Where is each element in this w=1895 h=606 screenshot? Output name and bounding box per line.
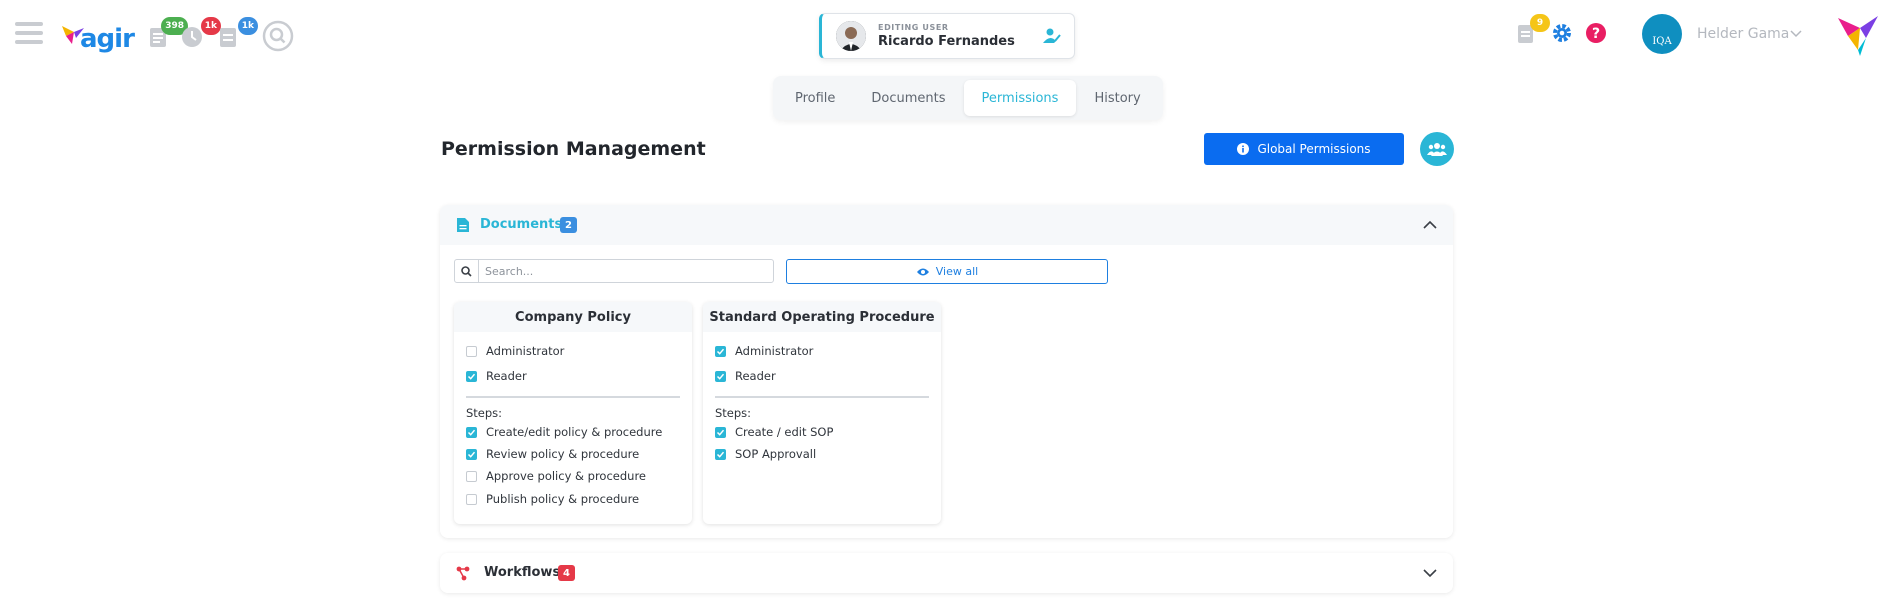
global-permissions-button[interactable]: Global Permissions (1204, 133, 1404, 165)
documents-count-badge: 2 (560, 217, 577, 233)
tab-permissions[interactable]: Permissions (963, 80, 1077, 116)
checkbox-label: Create/edit policy & procedure (486, 425, 663, 439)
checkbox[interactable] (715, 426, 726, 438)
checkbox-label: SOP Approvall (735, 447, 817, 461)
checkbox-administrator[interactable]: Administrator (466, 344, 564, 358)
checkbox[interactable] (715, 345, 726, 357)
checkbox-label: Review policy & procedure (486, 447, 640, 461)
steps-label: Steps: (466, 406, 503, 420)
checkbox-label: Approve policy & procedure (486, 469, 646, 483)
editing-user-name: Ricardo Fernandes (878, 34, 1015, 49)
user-tabs: Profile Documents Permissions History (773, 76, 1163, 120)
user-groups-button[interactable] (1420, 132, 1454, 166)
chevron-up-icon[interactable] (1423, 219, 1437, 231)
checkbox-administrator[interactable]: Administrator (715, 344, 813, 358)
checkbox-label: Create / edit SOP (735, 425, 834, 439)
documents-panel-title: Documents (480, 217, 563, 232)
checkbox[interactable] (466, 345, 477, 357)
global-permissions-label: Global Permissions (1257, 142, 1371, 156)
view-all-label: View all (935, 265, 979, 278)
chevron-down-icon[interactable] (1790, 28, 1802, 40)
checkbox-step[interactable]: Create / edit SOP (715, 425, 833, 439)
notifications-badge: 9 (1530, 14, 1550, 32)
checkbox[interactable] (466, 470, 477, 482)
workflows-panel-title: Workflows (484, 565, 561, 580)
top-bar: agir 398 1k 1k EDITING USER Ricardo Fern… (0, 0, 1895, 70)
checkbox[interactable] (466, 493, 477, 505)
divider (466, 396, 680, 398)
checkbox[interactable] (715, 370, 726, 382)
checkbox-label: Administrator (735, 344, 814, 358)
menu-icon[interactable] (15, 22, 43, 46)
checkbox-label: Reader (735, 369, 776, 383)
settings-gear-icon[interactable] (1551, 22, 1575, 46)
search-icon[interactable] (262, 20, 294, 52)
workflows-count-badge: 4 (558, 565, 575, 581)
tab-documents[interactable]: Documents (853, 80, 963, 116)
documents-icon[interactable]: 1k (218, 17, 258, 52)
checkbox[interactable] (715, 448, 726, 460)
page-title: Permission Management (441, 138, 706, 160)
logo-text: agir (80, 24, 135, 54)
workflow-icon (456, 566, 470, 581)
editing-user-label: EDITING USER (878, 23, 949, 32)
checkbox-reader[interactable]: Reader (715, 369, 776, 383)
checkbox-label: Publish policy & procedure (486, 492, 640, 506)
checkbox[interactable] (466, 426, 477, 438)
user-org-logo: IQA (1652, 35, 1672, 47)
permission-card-sop: Standard Operating Procedure Administrat… (703, 302, 941, 524)
checkbox[interactable] (466, 448, 477, 460)
tab-profile[interactable]: Profile (777, 80, 853, 116)
help-icon[interactable]: ? (1585, 22, 1609, 46)
clock-icon[interactable]: 1k (181, 17, 221, 52)
svg-text:?: ? (1592, 26, 1600, 42)
users-group-icon (1427, 143, 1447, 156)
view-all-button[interactable]: View all (786, 259, 1108, 284)
notifications-icon[interactable]: 9 (1516, 14, 1550, 46)
documents-search-input[interactable] (479, 260, 773, 282)
user-avatar[interactable]: IQA (1642, 14, 1682, 54)
checkbox-label: Reader (486, 369, 527, 383)
tab-history[interactable]: History (1076, 80, 1158, 116)
documents-search (454, 259, 774, 283)
card-title: Standard Operating Procedure (703, 302, 941, 332)
search-icon (455, 260, 479, 282)
permission-card-company-policy: Company Policy Administrator Reader Step… (454, 302, 692, 524)
brand-bird-icon (1838, 16, 1878, 56)
eye-icon (916, 268, 929, 275)
chevron-down-icon[interactable] (1423, 567, 1437, 579)
checkbox-step[interactable]: SOP Approvall (715, 447, 816, 461)
checkbox-step[interactable]: Create/edit policy & procedure (466, 425, 662, 439)
steps-label: Steps: (715, 406, 752, 420)
tasks-icon[interactable]: 398 (148, 17, 188, 52)
info-icon (1237, 143, 1250, 155)
user-name[interactable]: Helder Gama (1697, 26, 1789, 42)
documents-panel: Documents 2 View all Company Policy Admi… (440, 205, 1453, 538)
divider (715, 396, 929, 398)
change-user-icon[interactable] (1042, 26, 1062, 46)
workflows-panel: Workflows 4 (440, 553, 1453, 593)
checkbox-step[interactable]: Approve policy & procedure (466, 469, 646, 483)
documents-badge: 1k (237, 17, 258, 35)
checkbox-label: Administrator (486, 344, 565, 358)
checkbox-step[interactable]: Review policy & procedure (466, 447, 639, 461)
document-icon (457, 218, 469, 232)
app-logo[interactable]: agir (62, 16, 135, 54)
workflows-panel-header[interactable]: Workflows 4 (440, 553, 1453, 593)
card-title: Company Policy (454, 302, 692, 332)
checkbox-reader[interactable]: Reader (466, 369, 527, 383)
editing-user-avatar (836, 21, 866, 51)
checkbox[interactable] (466, 370, 477, 382)
editing-user-card: EDITING USER Ricardo Fernandes (819, 13, 1075, 59)
checkbox-step[interactable]: Publish policy & procedure (466, 492, 639, 506)
documents-panel-header[interactable]: Documents 2 (440, 205, 1453, 245)
